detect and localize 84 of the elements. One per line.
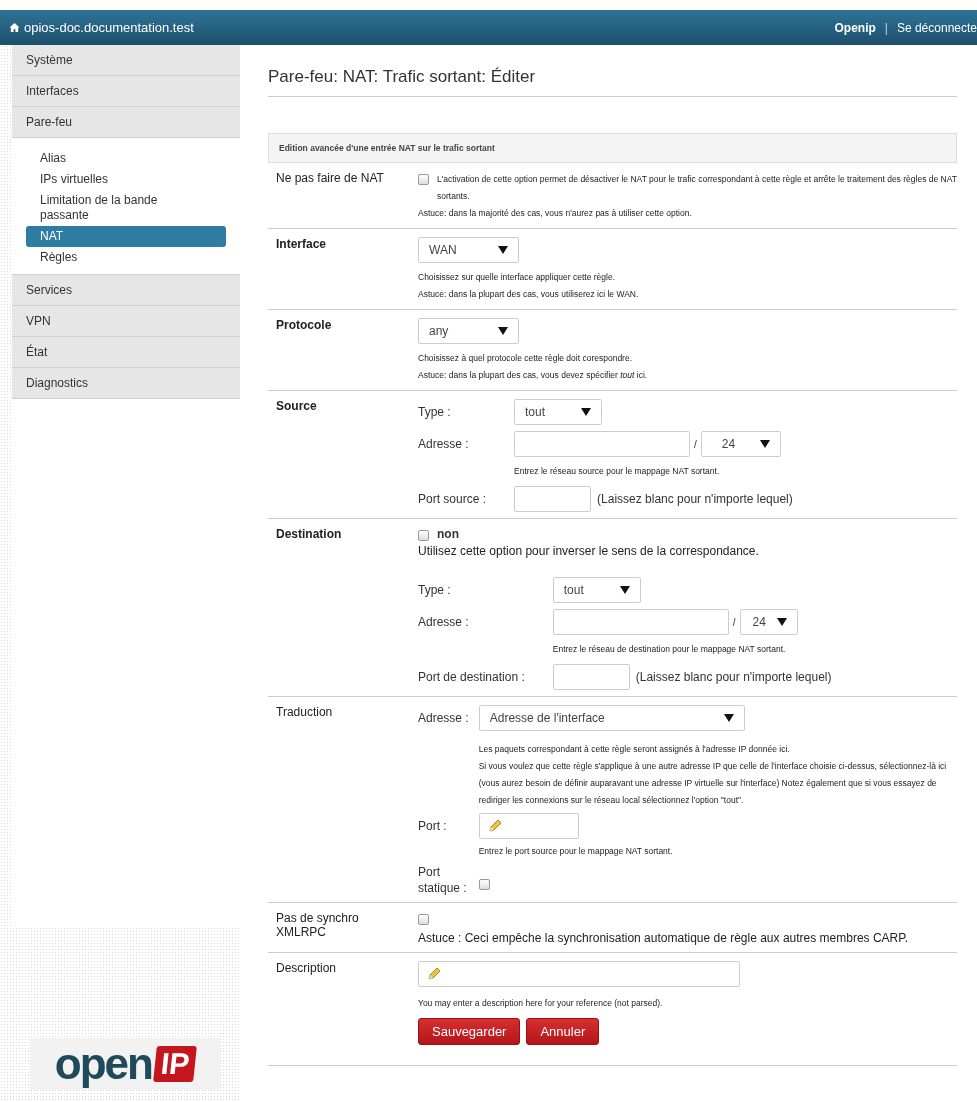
hint-text: You may enter a description here for your reference (not parsed). [418,997,664,1010]
caret-icon [498,246,508,254]
sidebar-item[interactable]: Système [12,45,240,76]
panel-header: Edition avancée d'une entrée NAT sur le trafic sortant [268,133,957,163]
type-dropdown[interactable]: tout [514,399,603,425]
row-label: Destination [275,527,343,543]
logout-link[interactable]: Se déconnecte [896,20,977,35]
sidebar-subitem[interactable]: NAT [26,226,226,247]
field-label: Port source : [418,492,488,506]
hint-text: Les paquets correspondant à cette règle seront assignés à l'adresse IP donnée ici. [478,743,791,756]
type-dropdown[interactable]: tout [552,577,641,603]
caret-icon [498,327,508,335]
hint-text: Si vous voulez que cette règle s'applique à une autre adresse IP que celle de l'interface choisie ci-dessus, sélectionnez-là ici (vous aurez besoin de définir auparavant une adresse IP virtuelle sur l'interface) Notez également que si vous essayez de rediriger les connexions sur le réseau local sélectionnez l'option "tout". [478,760,948,807]
field-label: Port statique : [418,864,468,896]
hint-text: Entrez le réseau de destination pour le mappage NAT sortant. [552,643,787,656]
field-label: Adresse : [418,437,470,451]
sidebar-subitem[interactable]: Règles [26,247,226,268]
user-name[interactable]: Openip [834,20,876,35]
dropdown[interactable]: any [418,318,519,344]
caret-icon [619,586,630,594]
port-note: (Laissez blanc pour n'importe lequel) [597,492,793,506]
slash-text: / [694,438,697,450]
action-button[interactable]: Annuler [526,1018,600,1045]
row-label: Protocole [275,318,333,334]
option-description: Utilisez cette option pour inverser le sens de la correspondance. [418,543,760,559]
field-label: Type : [418,583,452,597]
sidebar-item[interactable]: État [12,337,240,368]
checkbox-label: non [437,527,459,541]
checkbox[interactable] [418,914,429,925]
caret-icon [723,714,734,722]
dropdown[interactable]: WAN [418,237,519,263]
checkbox[interactable] [418,174,429,185]
hint-text: Astuce: dans la plupart des cas, vous utiliserez ici le WAN. [418,288,640,301]
hint-text: Choisissez sur quelle interface appliquer cette règle. [418,271,617,284]
page-title: Pare-feu: NAT: Trafic sortant: Éditer [268,45,957,97]
action-button[interactable]: Sauvegarder [418,1018,521,1045]
row-label: Pas de synchro XMLRPC [275,911,360,941]
row-label: Source [275,399,318,415]
sidebar-item[interactable]: Services [12,275,240,306]
port-field[interactable] [514,486,592,512]
host-name[interactable]: opios-doc.documentation.test [24,20,194,35]
sidebar-subitem[interactable]: Alias [26,148,226,169]
field-label: Adresse : [418,711,470,725]
caret-icon [776,618,787,626]
port-field[interactable] [552,664,630,690]
row-label: Traduction [275,705,334,721]
mask-dropdown[interactable]: 24 [700,431,781,457]
sidebar-item[interactable]: VPN [12,306,240,337]
separator-text: | [884,20,888,35]
row-label: Description [275,961,338,977]
hint-text: Astuce : Ceci empêche la synchronisation automatique de règle aux autres membres CARP. [418,930,910,946]
sidebar-item[interactable]: Pare-feu [12,107,240,138]
pencil-icon [427,967,441,981]
sidebar-subitem[interactable]: Limitation de la bande passante [26,190,226,226]
row-label: Interface [275,237,328,253]
checkbox[interactable] [418,530,429,541]
field-label: Type : [418,405,452,419]
hint-text: Astuce: dans la plupart des cas, vous devez spécifier tout ici. [418,369,649,382]
caret-icon [759,440,770,448]
hint-text: Entrez le port source pour le mappage NAT sortant. [478,845,674,858]
logo: open IP [30,1038,220,1090]
option-description: L'activation de cette option permet de désactiver le NAT pour le trafic correspondant à cette règle et arrête le traitement des règles de NAT sortants. [437,173,957,203]
sidebar-subitem[interactable]: IPs virtuelles [26,169,226,190]
mask-dropdown[interactable]: 24 [739,609,798,635]
pencil-icon [487,819,502,833]
home-icon[interactable] [9,22,20,33]
field-label: Adresse : [418,615,470,629]
caret-icon [581,408,592,416]
address-field[interactable] [514,431,691,457]
address-dropdown[interactable]: Adresse de l'interface [478,705,745,731]
hint-text: Astuce: dans la majorité des cas, vous n'aurez pas à utiliser cette option. [418,207,693,220]
hint-text: Entrez le réseau source pour le mappage NAT sortant. [514,465,721,478]
checkbox[interactable] [478,878,490,890]
description-field[interactable] [418,961,740,987]
field-label: Port de destination : [418,670,526,684]
row-label: Ne pas faire de NAT [275,171,385,187]
field-label: Port : [418,819,448,833]
sidebar-item[interactable]: Interfaces [12,76,240,107]
port-note: (Laissez blanc pour n'importe lequel) [635,670,832,684]
sidebar-item[interactable]: Diagnostics [12,368,240,399]
slash-text: / [732,616,736,628]
address-field[interactable] [552,609,729,635]
port-field[interactable] [478,813,579,839]
hint-text: Choisissez à quel protocole cette règle doit corespondre. [418,352,634,365]
